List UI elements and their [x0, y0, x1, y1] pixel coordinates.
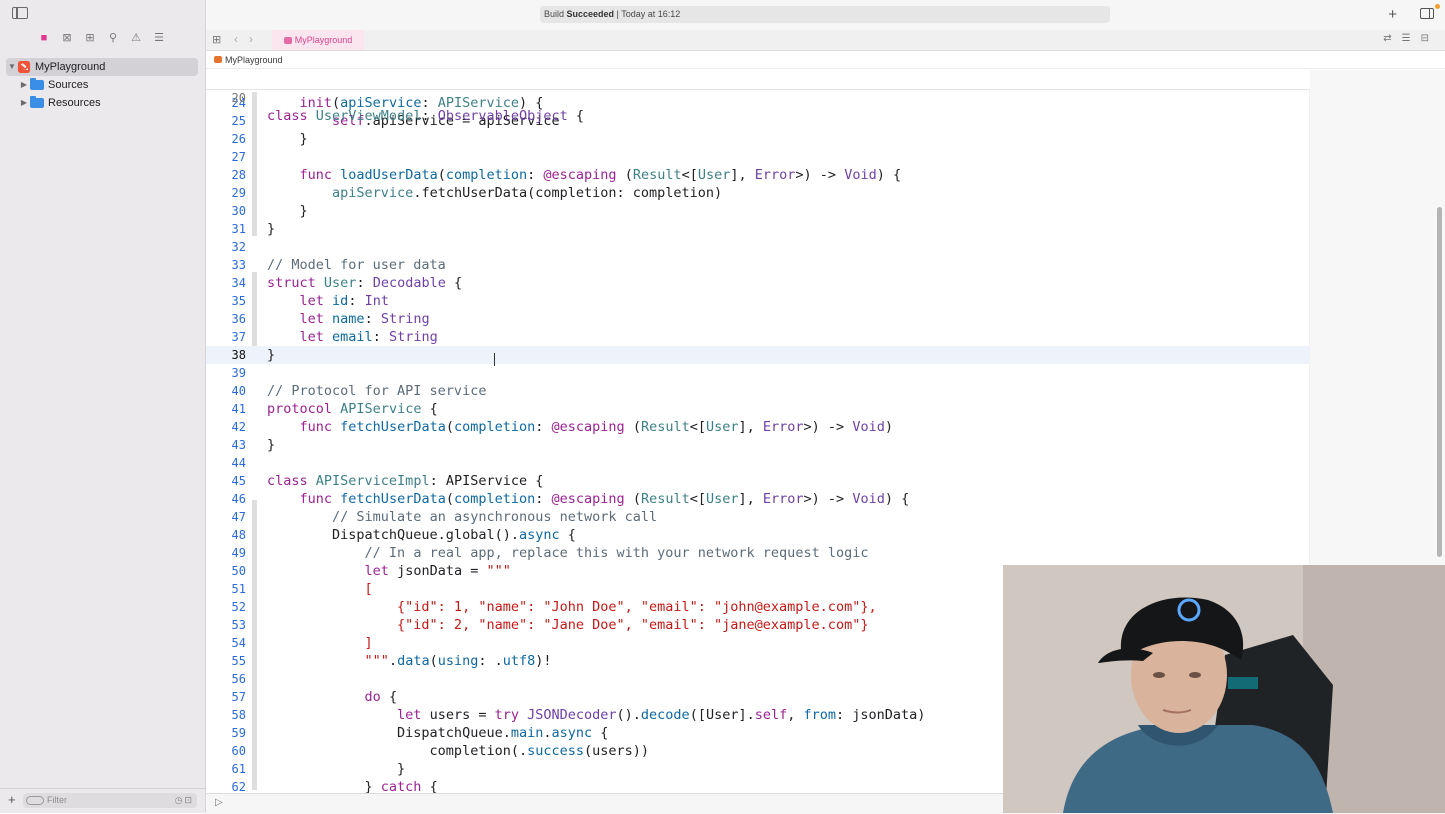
add-icon[interactable]: + — [1388, 6, 1397, 23]
tree-item-label: MyPlayground — [35, 61, 106, 73]
filter-placeholder: Filter — [47, 795, 67, 805]
navigator-filter-bar: + Filter ◷⊡ — [0, 788, 205, 813]
code-line: 29 apiService.fetchUserData(completion: … — [231, 185, 723, 201]
code-line: 26 } — [231, 131, 308, 147]
chevron-right-icon[interactable]: ▶ — [18, 94, 30, 112]
build-status: Succeeded — [566, 9, 615, 19]
tree-item-resources[interactable]: ▶ Resources — [6, 94, 198, 112]
run-icon[interactable]: ▷ — [215, 797, 223, 808]
tree-item-label: Resources — [48, 97, 101, 109]
tab-label: MyPlayground — [294, 35, 353, 45]
webcam-overlay — [1003, 565, 1445, 813]
chevron-down-icon[interactable]: ▼ — [6, 58, 18, 76]
sticky-header-line: 20 class UserViewModel: ObservableObject… — [206, 70, 1310, 124]
code-line: 34 struct User: Decodable { — [231, 275, 463, 291]
inspector-toggle-icon[interactable] — [1420, 8, 1434, 19]
navigator-sidebar: ■ ⊠ ⊞ ⚲ ⚠ ☰ ▼ MyPlayground ▶ Sources ▶ R… — [0, 0, 206, 813]
code-line: 44 — [231, 456, 246, 470]
presenter-video-image — [1003, 565, 1445, 813]
find-icon[interactable]: ⚲ — [107, 32, 119, 44]
tree-item-myplayground[interactable]: ▼ MyPlayground — [6, 58, 198, 76]
tree-item-sources[interactable]: ▶ Sources — [6, 76, 198, 94]
folder-icon[interactable]: ■ — [38, 32, 50, 44]
forward-icon[interactable]: › — [249, 32, 253, 46]
line-number: 20 — [231, 91, 246, 105]
code-line: 46 func fetchUserData(completion: @escap… — [231, 491, 910, 507]
issue-icon[interactable]: ⚠ — [130, 32, 142, 44]
source-control-icon[interactable]: ⊠ — [61, 32, 73, 44]
build-prefix: Build — [544, 9, 567, 19]
code-line: 41 protocol APIService { — [231, 401, 438, 417]
code-line: 36 let name: String — [231, 311, 430, 327]
code-line: 28 func loadUserData(completion: @escapi… — [231, 167, 902, 183]
notification-dot — [1435, 4, 1440, 9]
folder-icon — [30, 78, 44, 90]
report-icon[interactable]: ☰ — [153, 32, 165, 44]
code-line: 39 — [231, 366, 246, 380]
jump-bar-label: MyPlayground — [225, 55, 283, 65]
code-line: 40// Protocol for API service — [231, 383, 487, 399]
folder-icon — [30, 96, 44, 108]
symbol-icon[interactable]: ⊞ — [84, 32, 96, 44]
back-icon[interactable]: ‹ — [234, 32, 238, 46]
code-line: 31} — [231, 221, 276, 237]
filter-icon — [26, 796, 44, 806]
current-code-line: 38} — [206, 346, 1310, 364]
code-line: 49 // In a real app, replace this with y… — [231, 545, 869, 561]
activity-status: Build Succeeded | Today at 16:12 — [540, 6, 1110, 23]
code-line: 32 — [231, 240, 246, 254]
code-line: 33// Model for user data — [231, 257, 446, 273]
add-icon[interactable]: + — [8, 792, 16, 807]
tab-myplayground[interactable]: MyPlayground — [272, 30, 364, 50]
sidebar-toggle-icon[interactable] — [12, 7, 28, 19]
build-time: | Today at 16:12 — [614, 9, 681, 19]
swift-icon — [18, 61, 30, 73]
tab-bar: ⊞ ‹ › MyPlayground ⇄☰⊟ — [206, 30, 1445, 51]
sidebar-top — [0, 0, 205, 30]
navigator-tabs: ■ ⊠ ⊞ ⚲ ⚠ ☰ — [38, 32, 165, 44]
grid-icon[interactable]: ⊞ — [212, 33, 221, 46]
text-cursor-icon — [494, 353, 497, 366]
window-toolbar: Build Succeeded | Today at 16:12 + — [206, 0, 1445, 30]
scrollbar[interactable] — [1437, 207, 1442, 557]
code-line: 48 DispatchQueue.global().async { — [231, 527, 576, 543]
code-line: 30 } — [231, 203, 308, 219]
editor-options-icon[interactable]: ⇄☰⊟ — [1383, 33, 1439, 44]
chevron-right-icon[interactable]: ▶ — [18, 76, 30, 94]
code-line: 47 // Simulate an asynchronous network c… — [231, 509, 658, 525]
code-line: 43} — [231, 437, 276, 453]
tree-item-label: Sources — [48, 79, 89, 91]
filter-options-icon[interactable]: ◷⊡ — [175, 793, 194, 808]
code-line: 35 let id: Int — [231, 293, 389, 309]
project-tree: ▼ MyPlayground ▶ Sources ▶ Resources — [6, 58, 198, 112]
code-line: 45 class APIServiceImpl: APIService { — [231, 473, 544, 489]
jump-bar[interactable]: MyPlayground — [206, 51, 1445, 69]
filter-input[interactable]: Filter ◷⊡ — [23, 793, 197, 808]
code-line: 37 let email: String — [231, 329, 438, 345]
code-line: 27 — [231, 150, 246, 164]
code-line: 42 func fetchUserData(completion: @escap… — [231, 419, 893, 435]
